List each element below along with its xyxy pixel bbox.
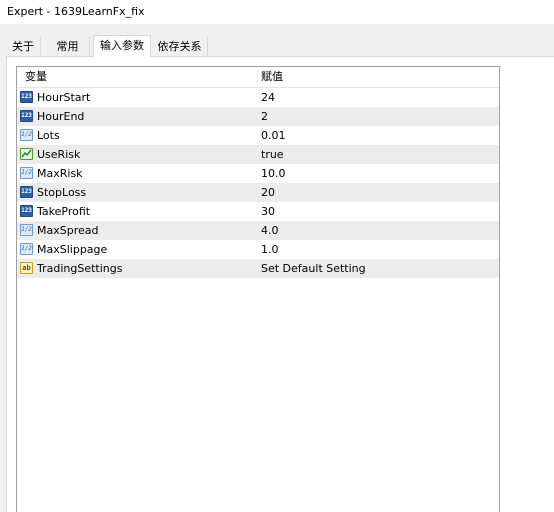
tab-common[interactable]: 常用 <box>46 37 90 56</box>
parameter-value[interactable]: Set Default Setting <box>261 259 366 278</box>
parameter-row-maxslippage[interactable]: 1/2 MaxSlippage 1.0 <box>17 240 499 259</box>
int-type-icon: 123 <box>20 91 33 103</box>
parameter-name: MaxSlippage <box>37 243 108 256</box>
parameter-name: StopLoss <box>37 186 87 199</box>
tab-inputs[interactable]: 输入参数 <box>93 35 151 57</box>
parameter-name: HourStart <box>37 91 91 104</box>
parameter-row-hourend[interactable]: 123 HourEnd 2 <box>17 107 499 126</box>
double-type-icon: 1/2 <box>20 129 33 141</box>
int-type-icon: 123 <box>20 186 33 198</box>
parameter-row-takeprofit[interactable]: 123 TakeProfit 30 <box>17 202 499 221</box>
parameter-value[interactable]: 2 <box>261 107 268 126</box>
column-divider[interactable] <box>257 69 258 85</box>
parameter-value[interactable]: 20 <box>261 183 275 202</box>
parameter-value[interactable]: true <box>261 145 284 164</box>
parameter-row-maxrisk[interactable]: 1/2 MaxRisk 10.0 <box>17 164 499 183</box>
parameter-row-hourstart[interactable]: 123 HourStart 24 <box>17 88 499 107</box>
window-titlebar: Expert - 1639LearnFx_fix <box>0 0 554 24</box>
tab-dependencies[interactable]: 依存关系 <box>152 37 208 56</box>
tab-about[interactable]: 关于 <box>6 37 41 56</box>
parameter-name: Lots <box>37 129 60 142</box>
parameter-value[interactable]: 0.01 <box>261 126 286 145</box>
parameter-name: MaxSpread <box>37 224 99 237</box>
parameter-name: UseRisk <box>37 148 81 161</box>
parameter-row-maxspread[interactable]: 1/2 MaxSpread 4.0 <box>17 221 499 240</box>
parameter-name: TradingSettings <box>37 262 123 275</box>
double-type-icon: 1/2 <box>20 167 33 179</box>
grid-header: 变量 赋值 <box>17 67 499 88</box>
parameter-value[interactable]: 24 <box>261 88 275 107</box>
parameter-row-stoploss[interactable]: 123 StopLoss 20 <box>17 183 499 202</box>
int-type-icon: 123 <box>20 205 33 217</box>
parameter-name: TakeProfit <box>37 205 91 218</box>
parameter-value[interactable]: 30 <box>261 202 275 221</box>
parameter-value[interactable]: 4.0 <box>261 221 279 240</box>
window-title: Expert - 1639LearnFx_fix <box>7 5 145 18</box>
double-type-icon: 1/2 <box>20 224 33 236</box>
double-type-icon: 1/2 <box>20 243 33 255</box>
bool-type-icon-glyph <box>21 149 32 158</box>
parameter-name: HourEnd <box>37 110 85 123</box>
parameter-row-userisk[interactable]: UseRisk true <box>17 145 499 164</box>
int-type-icon: 123 <box>20 110 33 122</box>
bool-type-icon <box>20 148 33 160</box>
input-parameters-grid: 变量 赋值 123 HourStart 24 123 HourEnd 2 1/2… <box>16 66 500 512</box>
parameter-row-lots[interactable]: 1/2 Lots 0.01 <box>17 126 499 145</box>
parameter-name: MaxRisk <box>37 167 83 180</box>
column-header-value[interactable]: 赋值 <box>261 67 283 87</box>
column-header-variable[interactable]: 变量 <box>25 67 47 87</box>
string-type-icon: ab <box>20 262 33 274</box>
parameter-row-tradingsettings[interactable]: ab TradingSettings Set Default Setting <box>17 259 499 278</box>
parameter-value[interactable]: 1.0 <box>261 240 279 259</box>
parameter-value[interactable]: 10.0 <box>261 164 286 183</box>
